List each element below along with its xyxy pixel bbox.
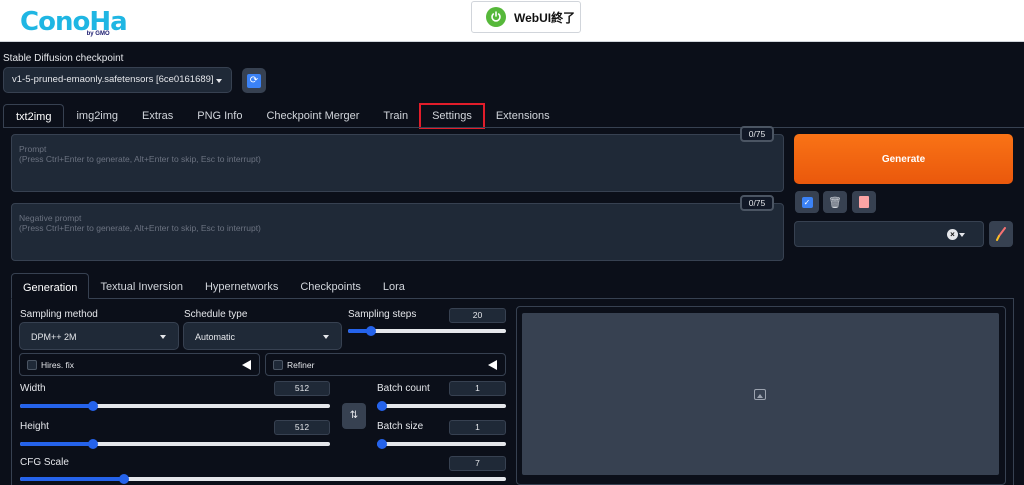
width-input[interactable]: 512 (274, 381, 330, 396)
negative-prompt-title: Negative prompt (19, 213, 82, 223)
stop-webui-label: WebUI終了 (514, 10, 576, 25)
main-tabs: txt2img img2img Extras PNG Info Checkpoi… (3, 103, 562, 129)
schedule-type-label: Schedule type (184, 309, 248, 320)
tab-settings[interactable]: Settings (419, 103, 485, 129)
clear-x-icon[interactable]: × (947, 229, 958, 240)
tab-train[interactable]: Train (371, 104, 420, 128)
width-fill (20, 404, 93, 408)
cfg-scale-knob[interactable] (119, 474, 129, 484)
negative-prompt-textarea[interactable]: Negative prompt (Press Ctrl+Enter to gen… (11, 203, 784, 261)
batch-count-input[interactable]: 1 (449, 381, 506, 396)
sampling-steps-slider[interactable] (348, 326, 506, 336)
read-params-button[interactable]: ✓ (795, 191, 819, 213)
apply-style-button[interactable] (852, 191, 876, 213)
hires-fix-label: Hires. fix (41, 360, 75, 370)
tab-txt2img[interactable]: txt2img (3, 104, 65, 128)
hires-fix-checkbox[interactable] (27, 360, 37, 370)
batch-count-label: Batch count (377, 383, 430, 394)
tab-png-info[interactable]: PNG Info (185, 104, 254, 128)
prompt-token-counter: 0/75 (740, 126, 774, 142)
tab-img2img[interactable]: img2img (64, 104, 130, 128)
tab-extras[interactable]: Extras (130, 104, 185, 128)
height-fill (20, 442, 93, 446)
height-input[interactable]: 512 (274, 420, 330, 435)
sampling-method-label: Sampling method (20, 309, 98, 320)
hires-fix-accordion[interactable]: Hires. fix (19, 353, 260, 376)
chevron-down-icon (959, 233, 965, 237)
logo-sub: by GMO (86, 31, 110, 37)
refresh-icon: ⟳ (247, 73, 261, 88)
cfg-scale-fill (20, 477, 124, 481)
swap-dimensions-button[interactable]: ⇅ (342, 403, 366, 429)
schedule-type-select[interactable]: Automatic (183, 322, 342, 350)
subtab-lora[interactable]: Lora (372, 273, 416, 299)
clear-prompt-button[interactable]: 🗑 (823, 191, 847, 213)
checkpoint-select[interactable]: v1-5-pruned-emaonly.safetensors [6ce0161… (3, 67, 232, 93)
refiner-accordion[interactable]: Refiner (265, 353, 506, 376)
chevron-down-icon (216, 79, 222, 83)
prompt-textarea[interactable]: Prompt (Press Ctrl+Enter to generate, Al… (11, 134, 784, 192)
width-slider[interactable] (20, 401, 330, 411)
conoha-logo: ConoHa by GMO (20, 5, 128, 37)
swap-arrows-icon: ⇅ (349, 410, 359, 421)
brush-icon (996, 227, 1006, 241)
trash-icon: 🗑 (828, 196, 842, 209)
refresh-checkpoint-button[interactable]: ⟳ (242, 68, 266, 93)
cfg-scale-slider[interactable] (20, 474, 506, 484)
negative-prompt-hint: (Press Ctrl+Enter to generate, Alt+Enter… (19, 223, 261, 233)
sampling-method-select[interactable]: DPM++ 2M (19, 322, 179, 350)
sampling-steps-knob[interactable] (366, 326, 376, 336)
collapse-triangle-icon (242, 360, 251, 370)
width-knob[interactable] (88, 401, 98, 411)
width-label: Width (20, 383, 46, 394)
edit-styles-button[interactable] (989, 221, 1013, 247)
prompt-title: Prompt (19, 144, 47, 154)
subtab-generation[interactable]: Generation (11, 273, 90, 299)
refiner-label: Refiner (287, 360, 315, 370)
stop-webui-button[interactable]: WebUI終了 (471, 1, 581, 33)
batch-count-knob[interactable] (377, 401, 387, 411)
tab-extensions[interactable]: Extensions (484, 104, 562, 128)
tab-divider (3, 127, 1024, 128)
height-label: Height (20, 421, 49, 432)
image-icon (754, 389, 766, 400)
sampling-steps-input[interactable]: 20 (449, 308, 506, 323)
chevron-down-icon (160, 335, 166, 339)
subtab-checkpoints[interactable]: Checkpoints (289, 273, 372, 299)
sampling-method-value: DPM++ 2M (31, 332, 77, 342)
generation-subtabs: Generation Textual Inversion Hypernetwor… (11, 273, 416, 299)
logo-text: ConoHa (20, 7, 128, 37)
refiner-checkbox[interactable] (273, 360, 283, 370)
subtab-hypernetworks[interactable]: Hypernetworks (194, 273, 289, 299)
height-slider[interactable] (20, 439, 330, 449)
batch-size-input[interactable]: 1 (449, 420, 506, 435)
batch-size-label: Batch size (377, 421, 424, 432)
checkbox-icon: ✓ (801, 196, 813, 208)
styles-select[interactable]: × (794, 221, 984, 247)
prompt-hint: (Press Ctrl+Enter to generate, Alt+Enter… (19, 154, 261, 164)
cfg-scale-input[interactable]: 7 (449, 456, 506, 471)
power-icon (486, 7, 506, 27)
sampling-steps-label: Sampling steps (348, 309, 417, 320)
collapse-triangle-icon (488, 360, 497, 370)
subtab-textual-inversion[interactable]: Textual Inversion (89, 273, 194, 299)
height-knob[interactable] (88, 439, 98, 449)
clipboard-icon (859, 196, 869, 208)
schedule-type-value: Automatic (195, 332, 236, 342)
tab-checkpoint-merger[interactable]: Checkpoint Merger (254, 104, 371, 128)
negative-prompt-token-counter: 0/75 (740, 195, 774, 211)
batch-count-slider[interactable] (377, 401, 506, 411)
generate-button[interactable]: Generate (794, 134, 1013, 184)
batch-size-slider[interactable] (377, 439, 506, 449)
top-bar: ConoHa by GMO WebUI終了 (0, 0, 1024, 42)
checkpoint-label: Stable Diffusion checkpoint (3, 53, 124, 64)
cfg-scale-label: CFG Scale (20, 457, 69, 468)
batch-size-knob[interactable] (377, 439, 387, 449)
chevron-down-icon (323, 335, 329, 339)
checkpoint-value: v1-5-pruned-emaonly.safetensors [6ce0161… (12, 74, 214, 85)
